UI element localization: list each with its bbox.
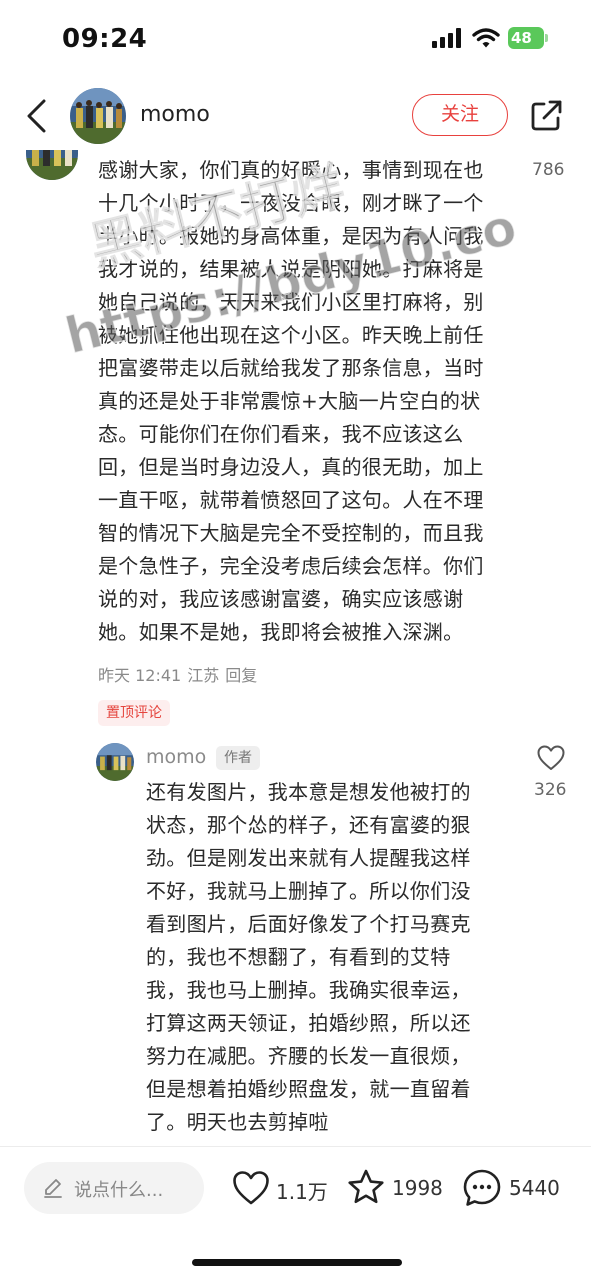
comment-line: 感谢大家，你们真的好暖心，事情到现在也 (98, 158, 484, 182)
post-like-count: 1.1万 (276, 1180, 328, 1204)
battery-tip (545, 34, 548, 42)
commenter-avatar[interactable] (26, 150, 78, 180)
comment-text: 感谢大家，你们真的好暖心，事情到现在也 十几个小时了，一夜没合眼，刚才眯了一个 … (98, 154, 518, 649)
bottom-divider (0, 1146, 591, 1147)
status-bar: 09:24 48 (0, 0, 591, 80)
avatar-image (70, 88, 126, 144)
reply-line: 劲。但是刚发出来就有人提醒我这样 (146, 846, 471, 870)
reply-author-name[interactable]: momo (146, 746, 206, 768)
comment-line: 一直干呕，就带着愤怒回了这句。人在不理 (98, 488, 484, 512)
comment-time: 昨天 12:41 (98, 666, 182, 685)
wifi-icon (472, 28, 500, 48)
comment-location: 江苏 (187, 666, 220, 685)
reply-line: 状态，那个怂的样子，还有富婆的狠 (146, 813, 471, 837)
comment-line: 半小时。报她的身高体重，是因为有人问我 (98, 224, 484, 248)
author-username[interactable]: momo (140, 102, 210, 127)
comment-input[interactable]: 说点什么... (24, 1162, 204, 1214)
share-icon[interactable] (530, 98, 564, 132)
home-indicator[interactable] (192, 1259, 402, 1266)
comment-line: 十几个小时了，一夜没合眼，刚才眯了一个 (98, 191, 484, 215)
reply-link[interactable]: 回复 (225, 666, 257, 685)
signal-icon (432, 28, 461, 48)
reply-avatar-image (96, 743, 134, 781)
reply-line: 不好，我就马上删掉了。所以你们没 (146, 879, 471, 903)
pencil-icon (44, 1179, 62, 1198)
comment-line: 是个急性子，完全没考虑后续会怎样。你们 (98, 554, 484, 578)
commenter-avatar-image (26, 150, 78, 180)
comment-line: 回，但是当时身边没人，真的很无助，加上 (98, 455, 484, 479)
comment-line: 她。如果不是她，我即将会被推入深渊。 (98, 620, 464, 644)
battery-indicator: 48 (508, 27, 550, 49)
status-time: 09:24 (62, 24, 148, 54)
reply-line: 了。明天也去剪掉啦 (146, 1110, 329, 1134)
reply-line: 的，我也不想翻了，有看到的艾特 (146, 945, 451, 969)
reply-line: 还有发图片，我本意是想发他被打的 (146, 780, 471, 804)
author-avatar[interactable] (70, 88, 126, 144)
battery-level: 48 (508, 27, 544, 49)
comment-line: 真的还是处于非常震惊+大脑一片空白的状 (98, 389, 481, 413)
comment-line: 智的情况下大脑是完全不受控制的，而且我 (98, 521, 484, 545)
back-arrow-icon[interactable] (24, 98, 50, 134)
comment-meta: 昨天 12:41 江苏 回复 (98, 662, 263, 686)
reply-like-count: 326 (534, 780, 567, 800)
comment-input-placeholder: 说点什么... (74, 1180, 164, 1201)
follow-button[interactable]: 关注 (412, 94, 508, 136)
comment-line: 她自己说的，天天来我们小区里打麻将，别 (98, 290, 484, 314)
comment-line: 把富婆带走以后就给我发了那条信息，当时 (98, 356, 484, 380)
reply-author-avatar[interactable] (96, 743, 134, 781)
comment-line: 态。可能你们在你们看来，我不应该这么 (98, 422, 464, 446)
author-badge: 作者 (216, 746, 260, 770)
comment-line: 说的对，我应该感谢富婆，确实应该感谢 (98, 587, 464, 611)
post-collect-count: 1998 (392, 1176, 443, 1200)
heart-icon[interactable] (232, 1170, 270, 1206)
reply-line: 看到图片，后面好像发了个打马赛克 (146, 912, 471, 936)
reply-line: 打算这两天领证，拍婚纱照，所以还 (146, 1011, 471, 1035)
reply-line: 但是想着拍婚纱照盘发，就一直留着 (146, 1077, 471, 1101)
comment-bubble-icon[interactable] (462, 1168, 502, 1208)
post-header: momo 关注 (0, 80, 591, 152)
comment-line: 我才说的，结果被人说是阴阳她。打麻将是 (98, 257, 484, 281)
comment-line: 被她抓住他出现在这个小区。昨天晚上前任 (98, 323, 484, 347)
reply-line: 努力在减肥。齐腰的长发一直很烦， (146, 1044, 471, 1068)
comment-like-count: 786 (532, 160, 565, 180)
pinned-comment-badge: 置顶评论 (98, 700, 170, 726)
reply-text: 还有发图片，我本意是想发他被打的 状态，那个怂的样子，还有富婆的狠 劲。但是刚发… (146, 776, 516, 1139)
post-comment-count: 5440 (509, 1176, 560, 1200)
star-icon[interactable] (346, 1168, 386, 1206)
reply-line: 我，我也马上删掉。我确实很幸运， (146, 978, 471, 1002)
post-comment-page: 09:24 48 momo 关注 786 感谢大家，你们真的好暖心，事情到现在也… (0, 0, 591, 1280)
heart-icon[interactable] (537, 745, 565, 771)
